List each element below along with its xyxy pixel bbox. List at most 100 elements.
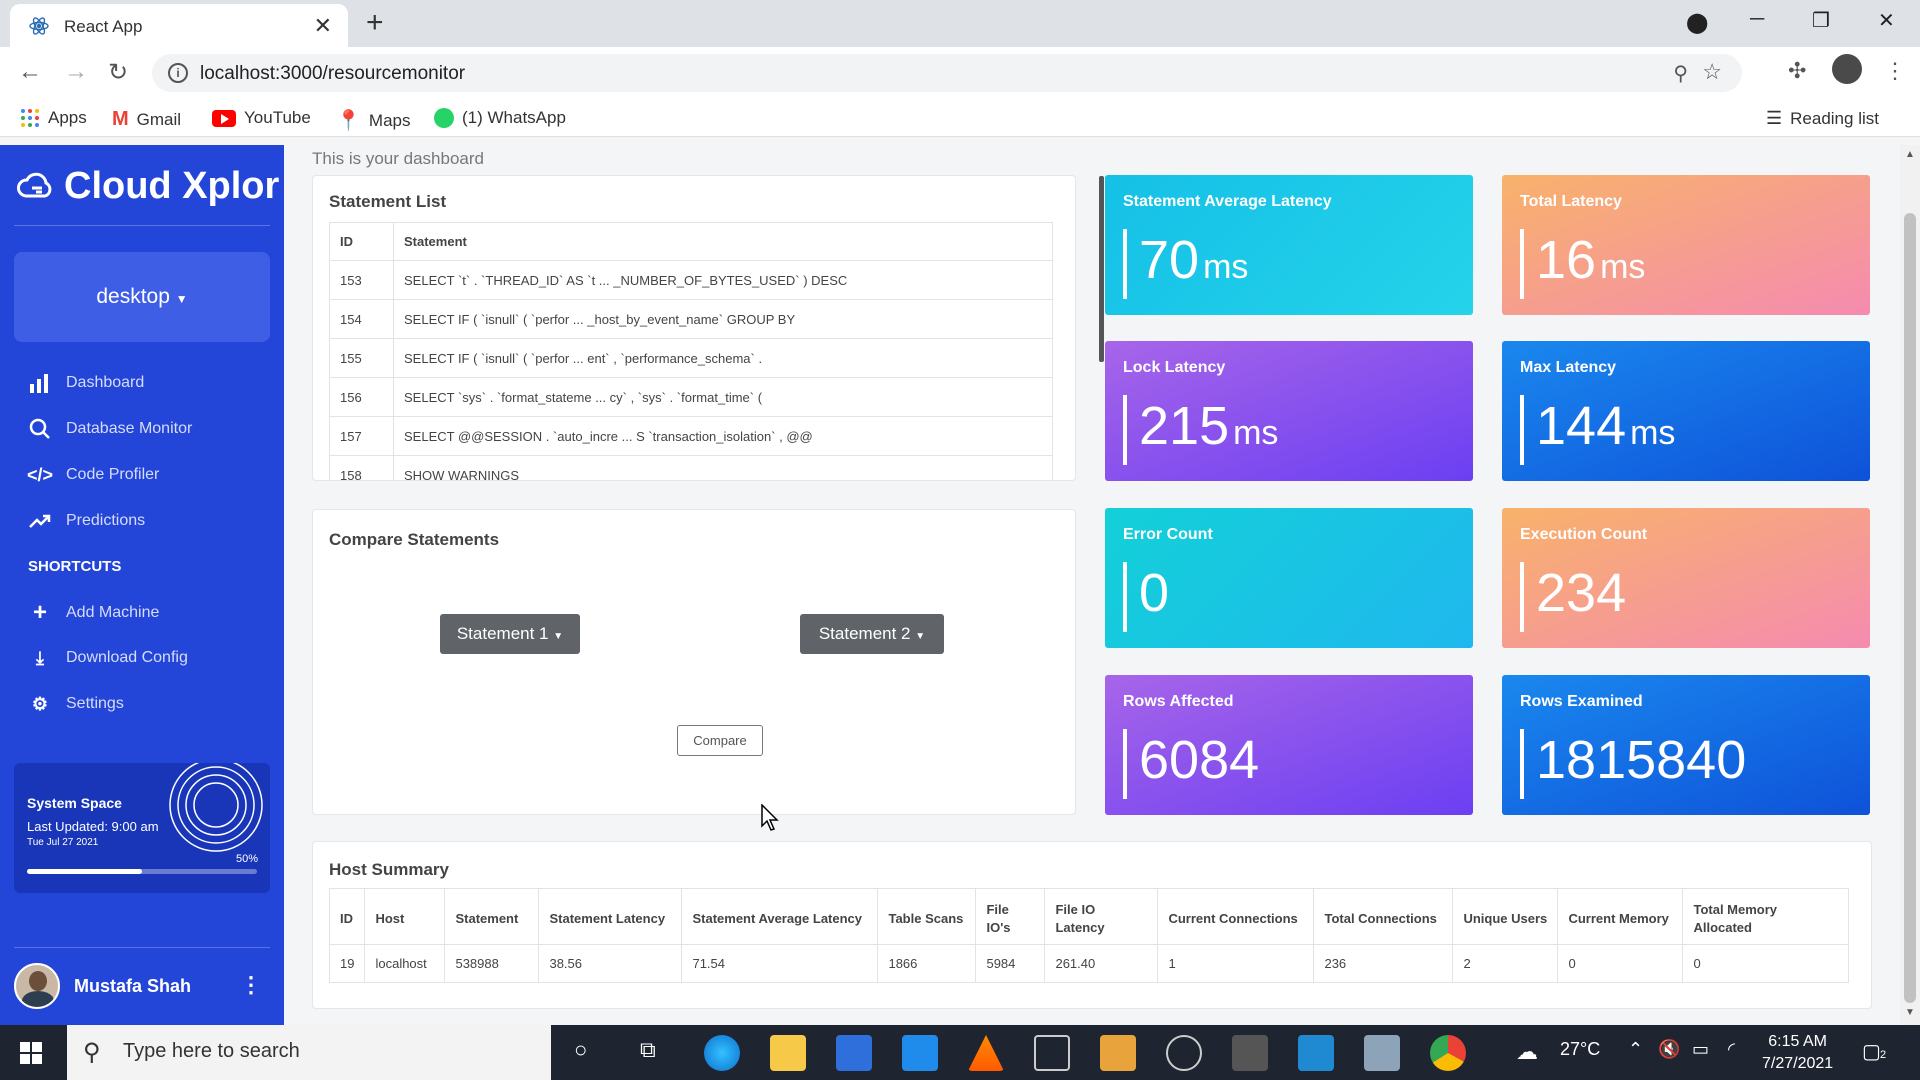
page-scrollbar[interactable]: ▲ ▼ <box>1900 145 1920 1025</box>
progress-fill <box>27 869 142 874</box>
statement2-dropdown[interactable]: Statement 2 ▼ <box>800 614 944 654</box>
scroll-down-icon[interactable]: ▼ <box>1905 1007 1915 1018</box>
shortcut-download-config[interactable]: ⤓ Download Config <box>28 646 188 670</box>
paint-icon[interactable] <box>1100 1035 1136 1071</box>
bookmark-gmail[interactable]: M Gmail <box>112 108 181 131</box>
table-row[interactable]: 19 localhost 538988 38.56 71.54 1866 598… <box>328 944 1849 983</box>
bookmark-maps[interactable]: 📍 Maps <box>336 108 410 133</box>
cell: 5984 <box>975 944 1046 983</box>
edge-icon[interactable] <box>704 1035 740 1071</box>
vscode-icon[interactable] <box>1298 1035 1334 1071</box>
bookmark-apps[interactable]: Apps <box>20 108 87 128</box>
more-menu-icon[interactable]: ⋮ <box>1884 58 1906 84</box>
table-row[interactable]: 156 SELECT `sys` . `format_stateme ... cy… <box>329 377 1053 417</box>
tab-close-icon[interactable]: ✕ <box>314 13 332 39</box>
obs-icon[interactable] <box>1166 1035 1202 1071</box>
cortana-icon[interactable]: ○ <box>574 1037 587 1063</box>
task-view-icon[interactable]: ⧉ <box>640 1037 656 1063</box>
bookmark-youtube[interactable]: YouTube <box>212 108 311 128</box>
scroll-up-icon[interactable]: ▲ <box>1905 149 1915 160</box>
column-header: File IO's <box>975 888 1046 945</box>
scrollbar-thumb[interactable] <box>1904 213 1916 1003</box>
windows-start-icon[interactable] <box>20 1042 42 1064</box>
volume-muted-icon[interactable]: 🔇 <box>1658 1039 1680 1060</box>
metric-value: 70 ms <box>1139 225 1248 302</box>
forward-icon[interactable]: → <box>64 58 88 86</box>
system-space-updated: Last Updated: 9:00 am <box>27 819 159 834</box>
taskbar-search[interactable]: ⚲ Type here to search <box>67 1025 551 1080</box>
browser-tab[interactable]: React App ✕ <box>10 4 348 47</box>
bookmark-star-icon[interactable]: ☆ <box>1702 59 1722 85</box>
workspace-dropdown[interactable]: desktop ▼ <box>14 252 270 342</box>
nav-dashboard[interactable]: Dashboard <box>28 371 144 395</box>
notifications-icon[interactable]: ▢ <box>1862 1039 1881 1064</box>
restore-icon[interactable]: ❐ <box>1812 8 1830 33</box>
metric-number: 0 <box>1139 563 1170 623</box>
divider <box>14 225 270 226</box>
search-icon <box>28 417 52 441</box>
brand-name: Cloud Xplor <box>64 165 280 207</box>
file-explorer-icon[interactable] <box>770 1035 806 1071</box>
new-tab-icon[interactable]: + <box>366 6 384 40</box>
user-menu-icon[interactable]: ⋮ <box>240 972 262 998</box>
clock[interactable]: 6:15 AM 7/27/2021 <box>1762 1031 1833 1075</box>
app-icon[interactable] <box>1232 1035 1268 1071</box>
table-row[interactable]: 153 SELECT `t` . `THREAD_ID` AS `t ... _N… <box>329 260 1053 300</box>
column-header: Statement <box>444 888 540 945</box>
temperature[interactable]: 27°C <box>1560 1039 1600 1060</box>
reading-list[interactable]: ☰ Reading list <box>1766 108 1879 129</box>
mouse-cursor-icon <box>761 804 779 831</box>
nav-predictions[interactable]: Predictions <box>28 509 145 533</box>
profile-avatar-icon[interactable] <box>1832 54 1862 84</box>
table-row[interactable]: 157 SELECT @@SESSION . `auto_incre ... S … <box>329 416 1053 456</box>
download-icon: ⤓ <box>36 647 44 668</box>
pc-icon[interactable] <box>1364 1035 1400 1071</box>
tab-title: React App <box>64 17 143 36</box>
system-space-percent: 50% <box>235 853 258 865</box>
statement-list-card: Statement List ID Statement 153 SELECT `t… <box>312 175 1104 481</box>
store-icon[interactable] <box>836 1035 872 1071</box>
shortcut-label: Settings <box>66 695 124 712</box>
table-row[interactable]: 155 SELECT IF ( `isnull` ( `perfor ... en… <box>329 338 1053 378</box>
minimize-icon[interactable]: ─ <box>1750 8 1764 31</box>
profile-dropdown-icon[interactable]: ⬤ <box>1686 10 1708 35</box>
weather-icon[interactable]: ☁ <box>1516 1039 1538 1065</box>
table-row[interactable]: 154 SELECT IF ( `isnull` ( `perfor ... _h… <box>329 299 1053 339</box>
user-profile[interactable]: Mustafa Shah <box>14 963 191 1009</box>
metric-accent-bar <box>1123 562 1127 632</box>
window-close-icon[interactable]: ✕ <box>1878 8 1895 33</box>
nav-code-profiler[interactable]: </> Code Profiler <box>27 463 159 487</box>
site-info-icon[interactable]: i <box>168 63 188 83</box>
brand-logo[interactable]: Cloud Xplor <box>16 165 279 208</box>
extensions-icon[interactable]: ✣ <box>1788 58 1806 84</box>
statement1-dropdown[interactable]: Statement 1 ▼ <box>440 614 580 654</box>
battery-icon[interactable]: ▭ <box>1692 1039 1709 1060</box>
metric-label: Max Latency <box>1520 359 1617 376</box>
search-placeholder: Type here to search <box>123 1040 300 1062</box>
nav-database-monitor[interactable]: Database Monitor <box>28 417 192 441</box>
reading-list-icon: ☰ <box>1766 108 1783 128</box>
statement-list-scrollbar[interactable] <box>1099 176 1104 362</box>
chrome-icon[interactable] <box>1430 1035 1466 1071</box>
column-header: Current Connections <box>1157 888 1315 945</box>
metric-error-count: Error Count 0 <box>1105 508 1473 648</box>
wifi-icon[interactable]: ◜ <box>1728 1039 1735 1060</box>
shortcut-add-machine[interactable]: + Add Machine <box>28 599 159 626</box>
url-text[interactable]: localhost:3000/resourcemonitor <box>200 63 465 85</box>
cell-statement: SELECT IF ( `isnull` ( `perfor ... ent` … <box>393 338 1053 378</box>
zoom-icon[interactable]: ⚲ <box>1673 61 1688 86</box>
cell: 236 <box>1313 944 1454 983</box>
omnibox[interactable]: i localhost:3000/resourcemonitor ⚲ ☆ <box>152 54 1742 92</box>
bookmark-whatsapp[interactable]: (1) WhatsApp <box>434 108 566 128</box>
table-row[interactable]: 158 SHOW WARNINGS <box>329 455 1053 480</box>
shortcut-settings[interactable]: ⚙ Settings <box>28 692 124 716</box>
column-header: Total Memory Allocated <box>1682 888 1849 945</box>
back-icon[interactable]: ← <box>18 58 42 86</box>
reload-icon[interactable]: ↻ <box>108 58 128 87</box>
mail-icon[interactable] <box>902 1035 938 1071</box>
vlc-icon[interactable] <box>968 1035 1004 1071</box>
3d-viewer-icon[interactable] <box>1034 1035 1070 1071</box>
compare-button[interactable]: Compare <box>677 725 763 756</box>
statement-list-scroll-area[interactable]: Statement List ID Statement 153 SELECT `t… <box>313 176 1073 480</box>
tray-expand-icon[interactable]: ⌃ <box>1628 1039 1643 1060</box>
